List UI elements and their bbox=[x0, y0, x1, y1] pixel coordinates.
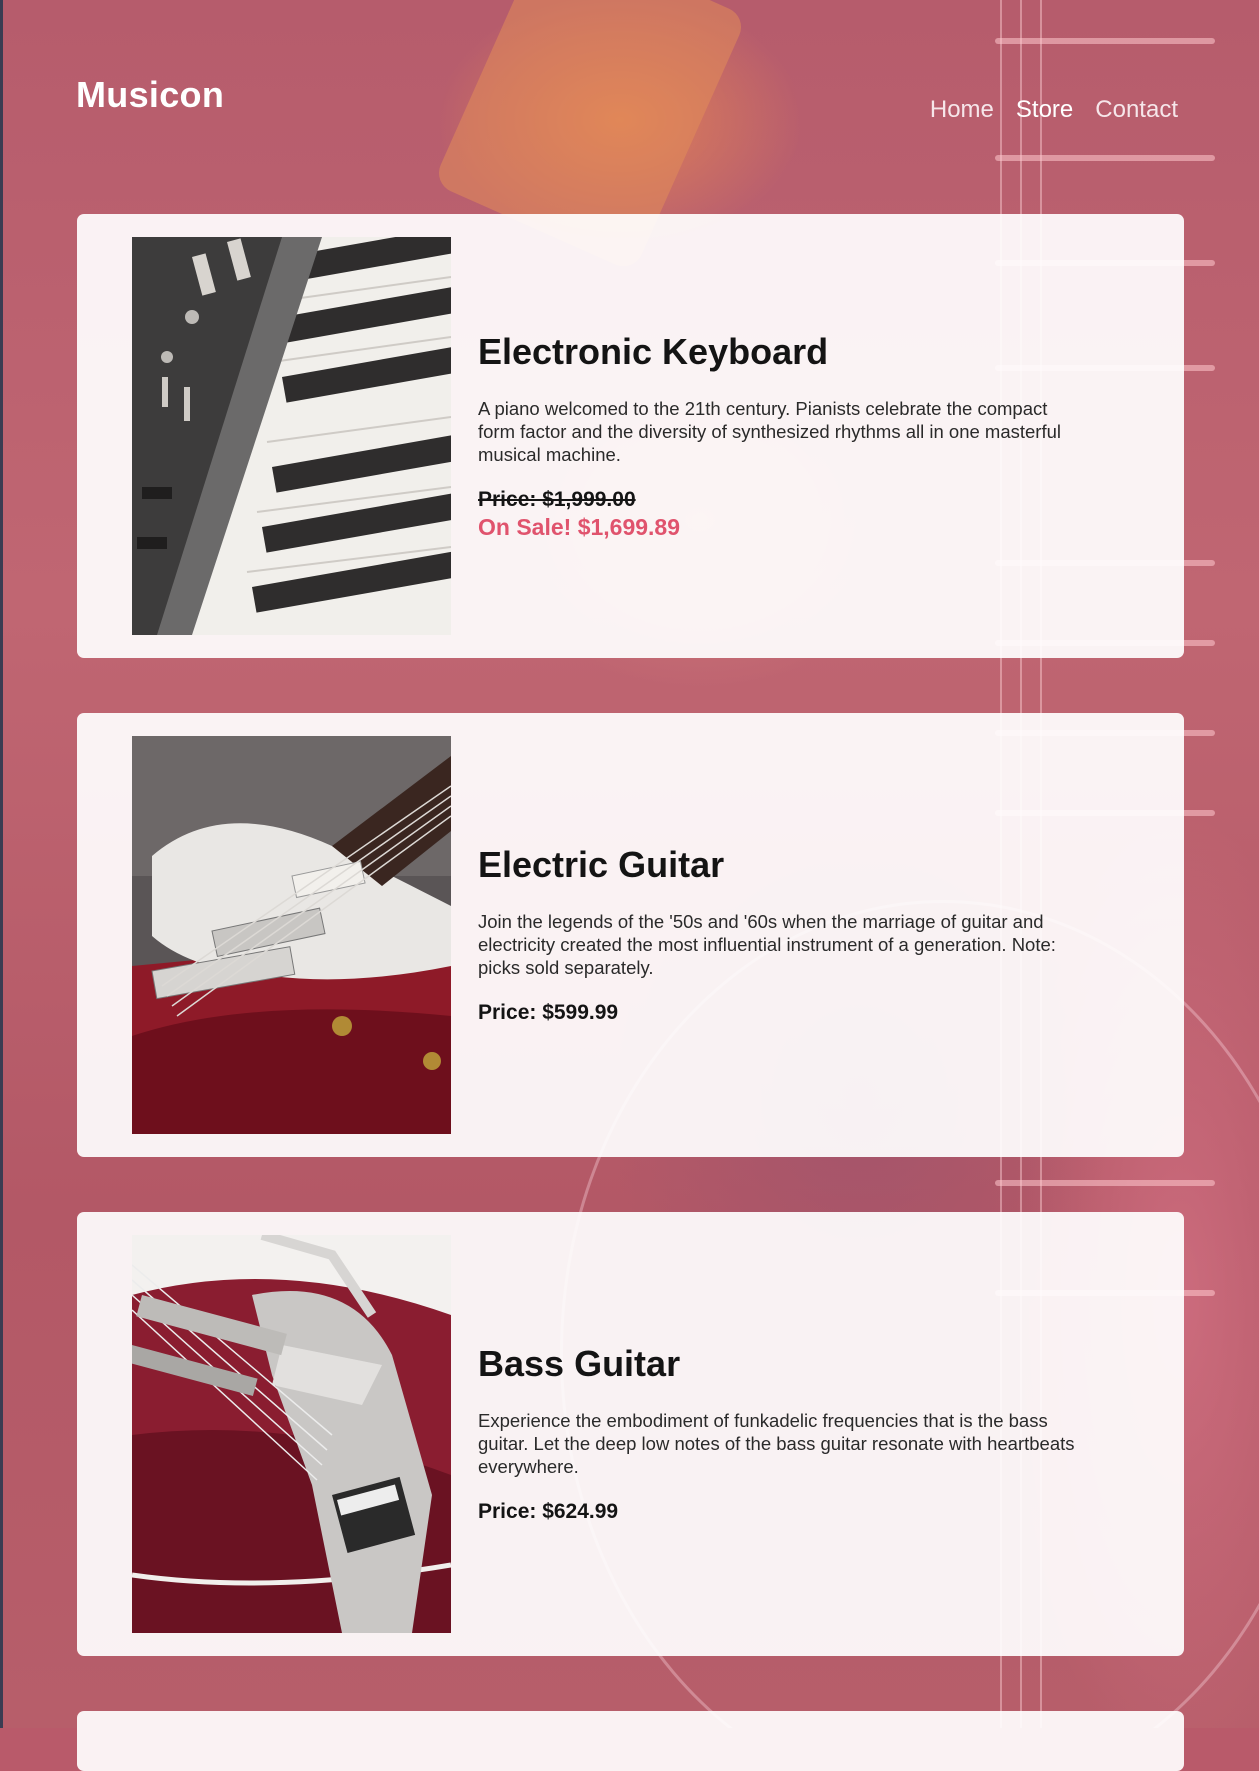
product-info: Bass Guitar Experience the embodiment of… bbox=[478, 1212, 1098, 1656]
product-card: Electronic Keyboard A piano welcomed to … bbox=[77, 214, 1184, 658]
product-description: A piano welcomed to the 21th century. Pi… bbox=[478, 398, 1062, 465]
nav-store-link[interactable]: Store bbox=[1016, 96, 1073, 124]
product-info: Electronic Keyboard A piano welcomed to … bbox=[478, 214, 1098, 658]
bass-guitar-image bbox=[132, 1235, 451, 1633]
site-logo[interactable]: Musicon bbox=[76, 74, 224, 116]
nav-home-link[interactable]: Home bbox=[930, 96, 994, 124]
product-description: Join the legends of the '50s and '60s wh… bbox=[478, 911, 1056, 978]
original-price: Price: $1,999.00 bbox=[478, 488, 636, 511]
left-edge bbox=[0, 0, 3, 1728]
electric-guitar-image bbox=[132, 736, 451, 1134]
product-card: Bass Guitar Experience the embodiment of… bbox=[77, 1212, 1184, 1656]
product-price: Price: $624.99 bbox=[478, 1500, 619, 1523]
sale-price: On Sale! $1,699.89 bbox=[478, 514, 681, 540]
nav-contact-link[interactable]: Contact bbox=[1095, 96, 1178, 124]
product-title: Electric Guitar bbox=[478, 844, 725, 885]
product-card: Electric Guitar Join the legends of the … bbox=[77, 713, 1184, 1157]
product-title: Bass Guitar bbox=[478, 1343, 681, 1384]
product-price: Price: $599.99 bbox=[478, 1001, 619, 1024]
site-header: Musicon Home Store Contact bbox=[0, 0, 1259, 200]
product-card-partial bbox=[77, 1711, 1184, 1771]
product-list: Electronic Keyboard A piano welcomed to … bbox=[77, 214, 1184, 1771]
main-nav: Home Store Contact bbox=[930, 96, 1178, 124]
product-title: Electronic Keyboard bbox=[478, 331, 829, 372]
product-info: Electric Guitar Join the legends of the … bbox=[478, 713, 1098, 1157]
keyboard-image bbox=[132, 237, 451, 635]
product-description: Experience the embodiment of funkadelic … bbox=[478, 1410, 1075, 1477]
